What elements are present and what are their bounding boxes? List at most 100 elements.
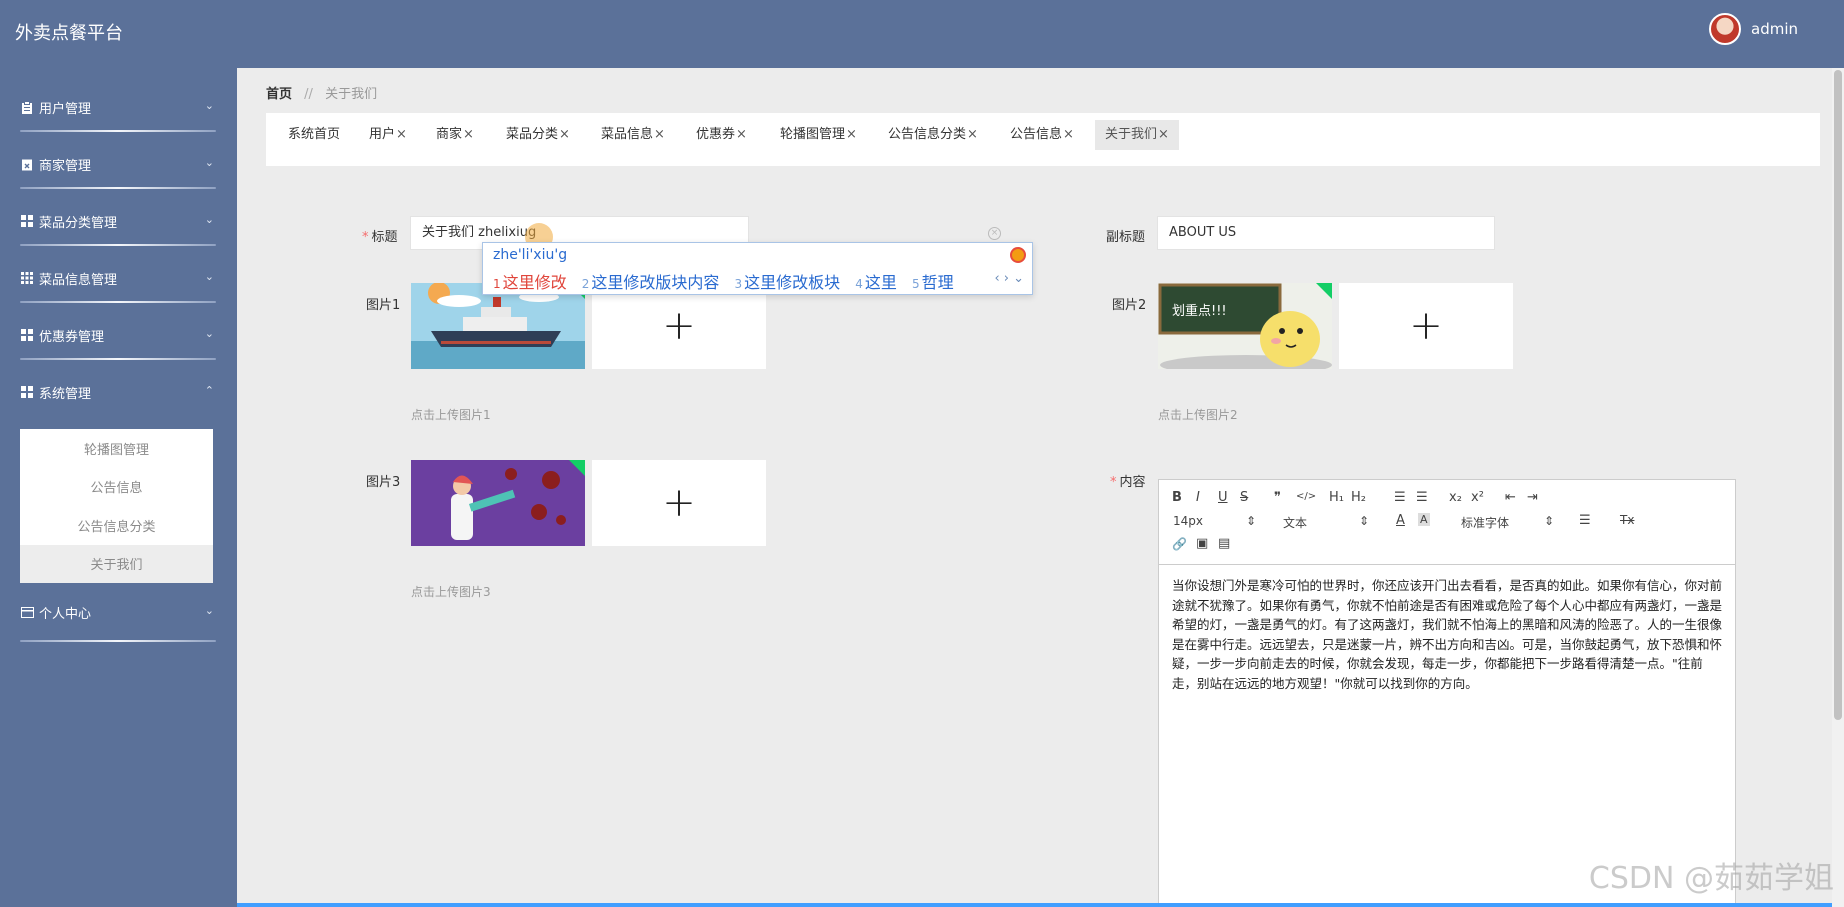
tab-about-us[interactable]: 关于我们× — [1095, 120, 1179, 150]
image2-upload-button[interactable]: + — [1339, 283, 1513, 369]
close-icon[interactable]: × — [967, 127, 978, 142]
sidebar-item-personal-center[interactable]: 个人中心 ⌄ — [20, 592, 216, 632]
sidebar-item-coupon-management[interactable]: 优惠券管理 ⌄ — [20, 315, 216, 355]
font-color-button[interactable]: A — [1396, 513, 1405, 528]
tab-notice[interactable]: 公告信息× — [1000, 120, 1084, 150]
divider — [20, 358, 216, 360]
ime-candidate[interactable]: 1 这里修改 — [493, 273, 567, 292]
avatar[interactable] — [1709, 13, 1741, 45]
ime-candidate[interactable]: 5 哲理 — [912, 273, 954, 292]
tab-notice-category[interactable]: 公告信息分类× — [878, 120, 988, 150]
scrollbar-thumb[interactable] — [1834, 70, 1842, 720]
clean-format-button[interactable]: Tx — [1620, 513, 1634, 527]
image1-upload-button[interactable]: + — [592, 283, 766, 369]
submenu-item-notice-category[interactable]: 公告信息分类 — [20, 506, 213, 545]
font-size-select[interactable]: 14px — [1173, 514, 1203, 528]
tab-carousel[interactable]: 轮播图管理× — [770, 120, 867, 150]
sidebar-item-label: 系统管理 — [39, 386, 92, 402]
submenu-item-about-us[interactable]: 关于我们 — [20, 544, 213, 583]
h1-button[interactable]: H₁ — [1329, 490, 1344, 505]
close-icon[interactable]: × — [736, 127, 747, 142]
ime-candidate[interactable]: 3 这里修改板块 — [735, 273, 841, 292]
close-icon[interactable]: × — [846, 127, 857, 142]
code-button[interactable]: </> — [1296, 491, 1316, 502]
sidebar-item-label: 优惠券管理 — [39, 329, 105, 345]
tab-system-home[interactable]: 系统首页 — [278, 120, 350, 150]
content-label: * 内容 — [1110, 471, 1146, 490]
chevron-updown-icon[interactable]: ⇕ — [1359, 514, 1369, 528]
tab-dish-category[interactable]: 菜品分类× — [496, 120, 580, 150]
divider — [20, 640, 216, 642]
submenu-item-carousel[interactable]: 轮播图管理 — [20, 429, 213, 468]
page-scrollbar[interactable] — [1832, 68, 1844, 907]
indent-button[interactable]: ⇥ — [1527, 490, 1538, 505]
superscript-button[interactable]: x² — [1471, 490, 1484, 505]
submenu-item-notice[interactable]: 公告信息 — [20, 468, 213, 507]
sidebar-item-merchant-management[interactable]: 商家管理 ⌄ — [20, 144, 216, 184]
blockquote-button[interactable]: ❞ — [1274, 490, 1281, 505]
image-icon[interactable]: ▣ — [1196, 536, 1208, 551]
sidebar-item-system-management[interactable]: 系统管理 ⌃ — [20, 372, 216, 412]
close-icon[interactable]: × — [654, 127, 665, 142]
user-menu[interactable]: admin — [1709, 13, 1798, 45]
subtitle-input[interactable]: ABOUT US — [1157, 216, 1495, 250]
header-select[interactable]: 文本 — [1283, 514, 1307, 531]
close-icon[interactable]: × — [396, 127, 407, 142]
image3-upload-button[interactable]: + — [592, 460, 766, 546]
strike-button[interactable]: S — [1240, 490, 1248, 505]
align-button[interactable]: ☰ — [1579, 513, 1591, 528]
font-family-select[interactable]: 标准字体 — [1461, 514, 1509, 531]
image2-label: 图片2 — [1112, 298, 1147, 313]
image2-hint: 点击上传图片2 — [1158, 408, 1238, 422]
video-icon[interactable]: ▤ — [1218, 536, 1230, 551]
breadcrumb: 首页 // 关于我们 — [266, 83, 377, 102]
bold-button[interactable]: B — [1172, 490, 1182, 505]
bullet-list-button[interactable]: ☰ — [1416, 490, 1428, 505]
clipboard-icon — [20, 100, 34, 114]
sidebar-item-dish-info-management[interactable]: 菜品信息管理 ⌄ — [20, 258, 216, 298]
editor-content[interactable]: 当你设想门外是寒冷可怕的世界时，你还应该开门出去看看，是否真的如此。如果你有信心… — [1159, 565, 1735, 704]
italic-button[interactable]: I — [1196, 490, 1200, 505]
sidebar-item-dish-category-management[interactable]: 菜品分类管理 ⌄ — [20, 201, 216, 241]
calendar-x-icon — [20, 157, 34, 171]
ime-candidate[interactable]: 2 这里修改版块内容 — [582, 273, 720, 292]
username[interactable]: admin — [1751, 20, 1798, 38]
underline-button[interactable]: U — [1218, 490, 1228, 505]
sidebar-item-user-management[interactable]: 用户管理 ⌄ — [20, 87, 216, 127]
tab-dish-info[interactable]: 菜品信息× — [591, 120, 675, 150]
ordered-list-button[interactable]: ☰ — [1394, 490, 1406, 505]
breadcrumb-home[interactable]: 首页 — [266, 87, 292, 102]
svg-text:划重点!!!: 划重点!!! — [1172, 303, 1227, 319]
chevron-updown-icon[interactable]: ⇕ — [1246, 514, 1256, 528]
required-mark: * — [362, 230, 369, 245]
tab-label: 用户 — [369, 127, 396, 142]
subscript-button[interactable]: x₂ — [1449, 490, 1462, 505]
ime-pinyin: zhe'li'xiu'g — [493, 247, 568, 263]
image1-thumbnail-ship[interactable] — [411, 283, 585, 369]
link-icon[interactable]: 🔗 — [1172, 537, 1187, 551]
card-icon — [20, 605, 34, 619]
image2-thumbnail-cartoon[interactable]: 划重点!!! — [1158, 283, 1332, 369]
watermark: CSDN @茹茹学姐 — [1588, 861, 1834, 896]
sidebar-item-label: 菜品分类管理 — [39, 215, 118, 231]
ime-page-nav[interactable]: ‹ › ⌄ — [994, 271, 1024, 286]
divider — [20, 244, 216, 246]
clear-icon[interactable]: × — [988, 227, 1001, 240]
tab-label: 商家 — [436, 127, 463, 142]
ime-candidate[interactable]: 4 这里 — [855, 273, 897, 292]
close-icon[interactable]: × — [463, 127, 474, 142]
h2-button[interactable]: H₂ — [1351, 490, 1366, 505]
close-icon[interactable]: × — [1158, 127, 1169, 142]
close-icon[interactable]: × — [1063, 127, 1074, 142]
background-color-button[interactable]: A — [1418, 513, 1430, 526]
tab-coupon[interactable]: 优惠券× — [686, 120, 757, 150]
chevron-updown-icon[interactable]: ⇕ — [1544, 514, 1554, 528]
chevron-down-icon: ⌄ — [204, 327, 214, 340]
top-bar: 外卖点餐平台 admin — [0, 0, 1844, 68]
image3-thumbnail-doctor[interactable] — [411, 460, 585, 546]
upload-success-badge — [1316, 283, 1332, 299]
tab-merchant[interactable]: 商家× — [426, 120, 484, 150]
tab-user[interactable]: 用户× — [359, 120, 417, 150]
close-icon[interactable]: × — [559, 127, 570, 142]
outdent-button[interactable]: ⇤ — [1505, 490, 1516, 505]
